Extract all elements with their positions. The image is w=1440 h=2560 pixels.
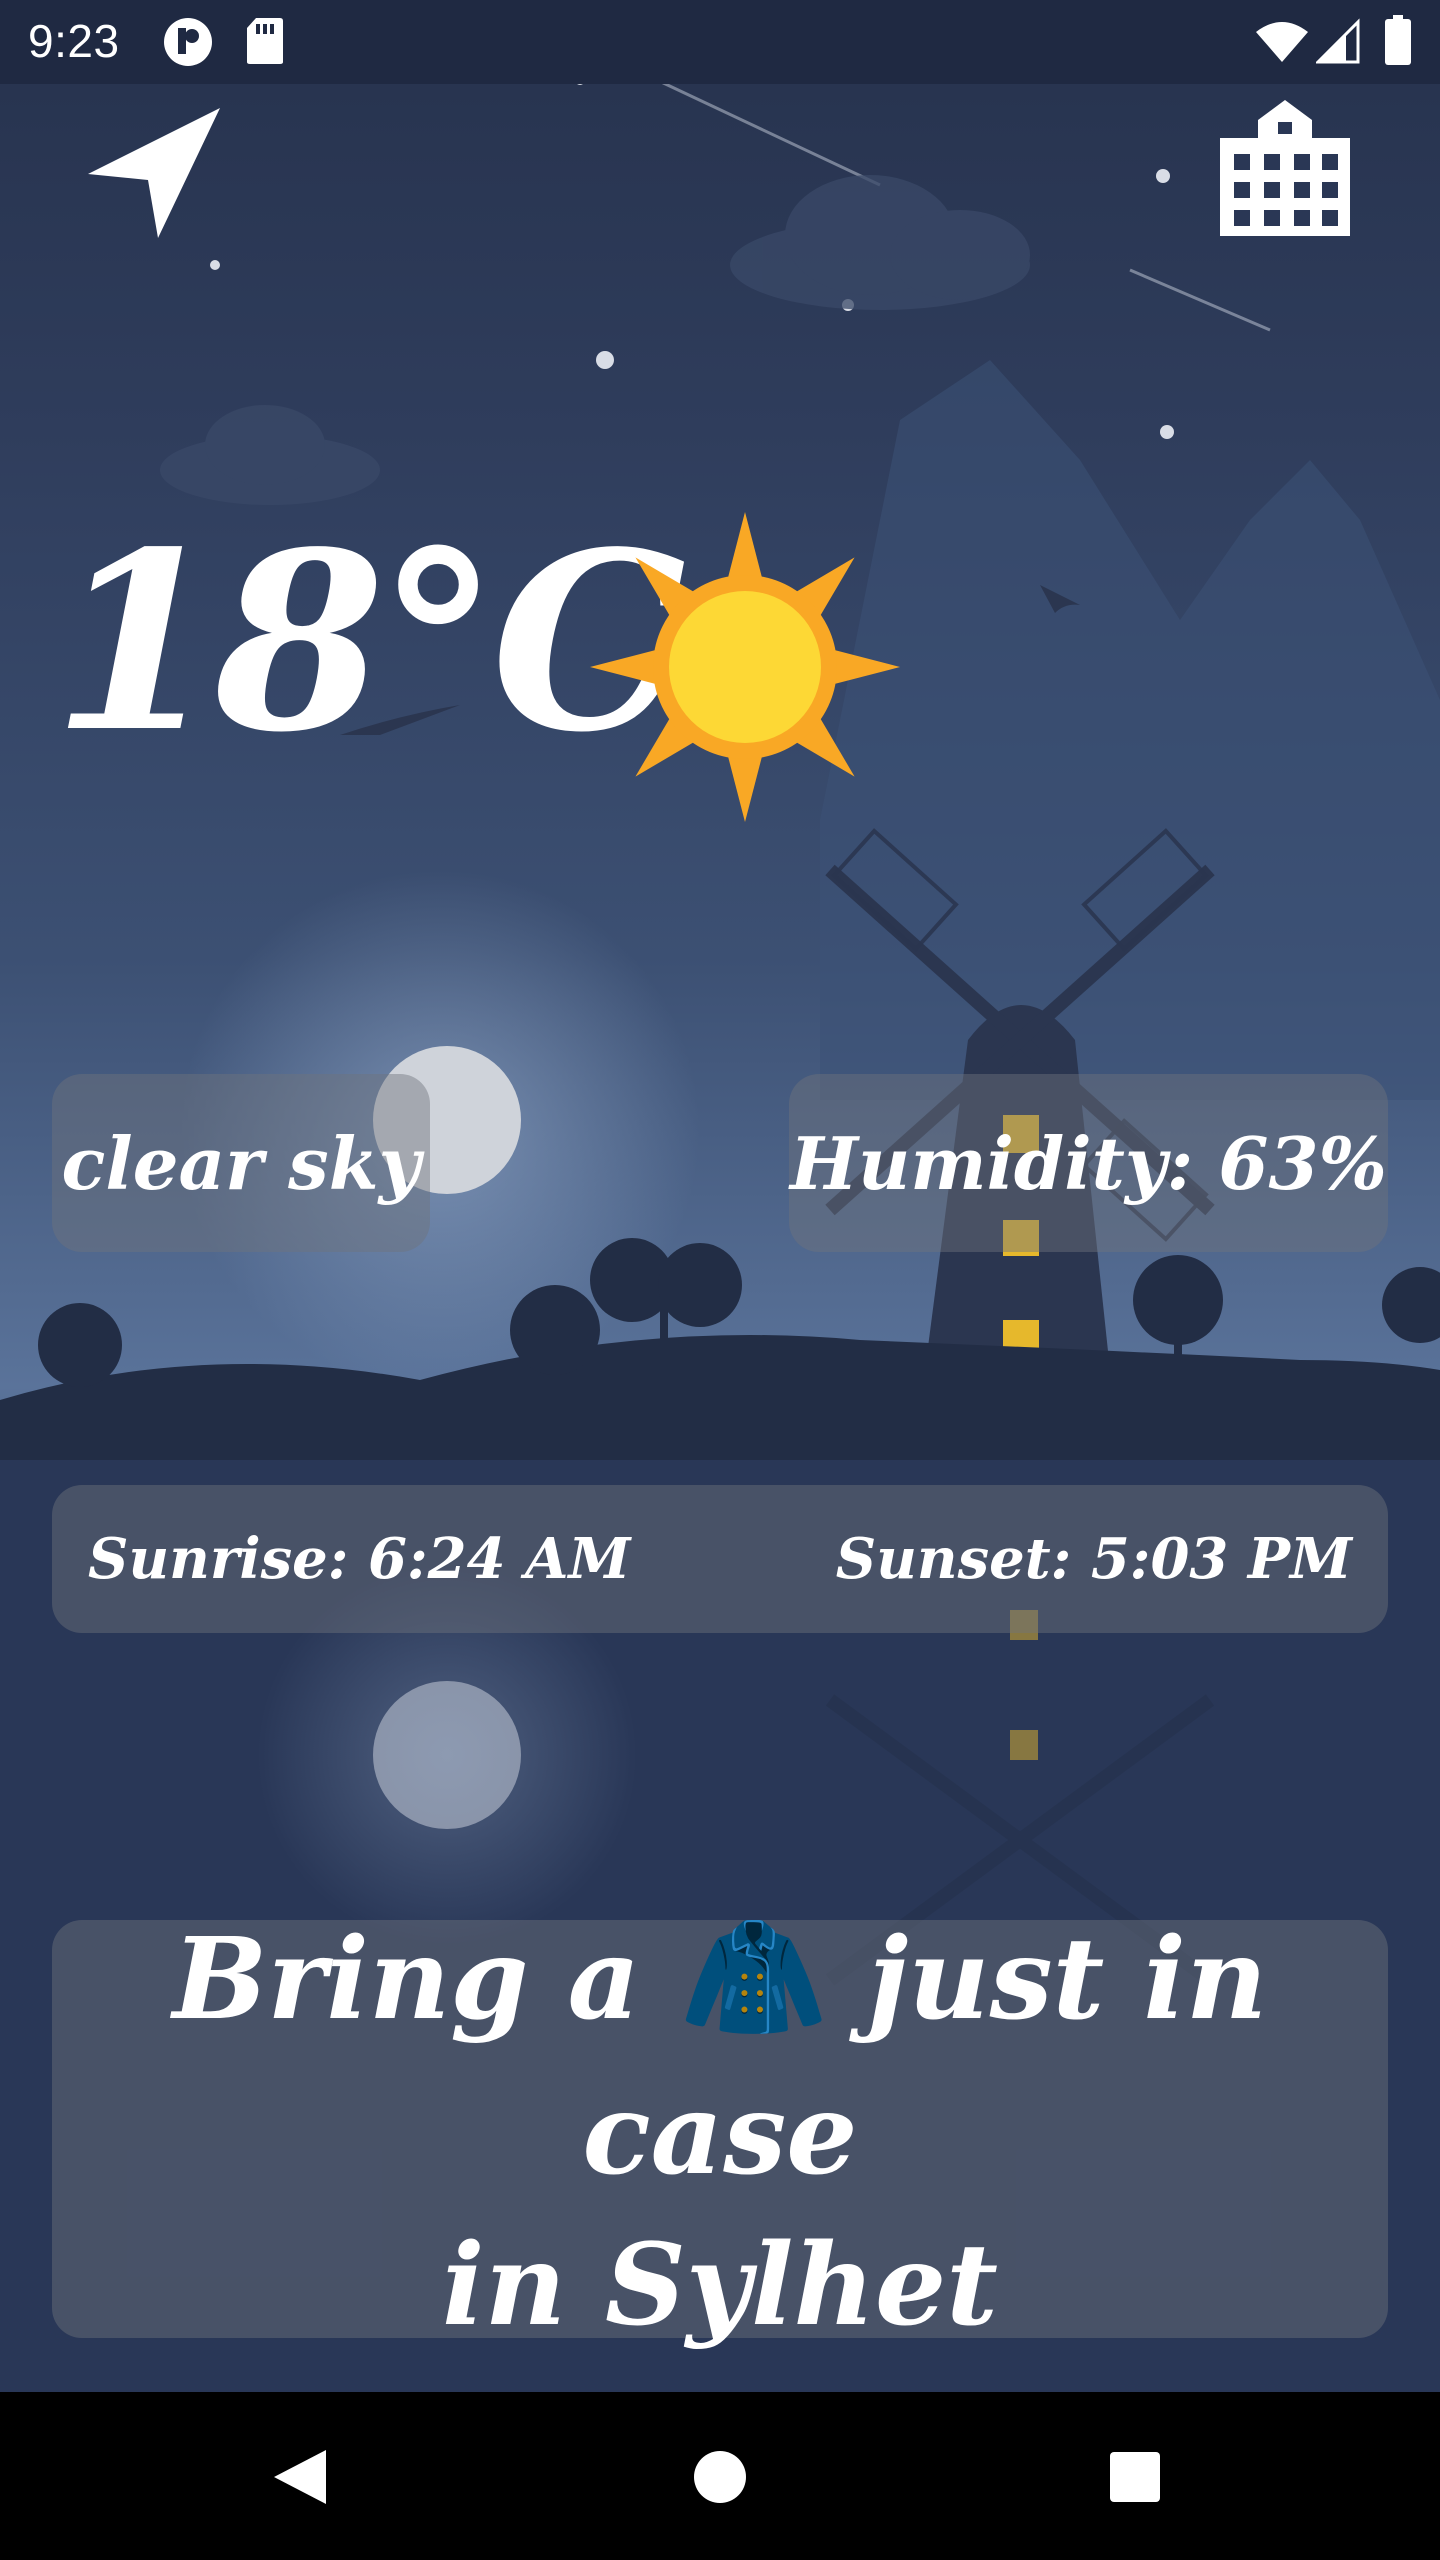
tip-line-1: Bring a 🧥 just in case [52, 1897, 1388, 2210]
status-time: 9:23 [28, 15, 120, 67]
city-building-icon[interactable] [1218, 98, 1352, 238]
cellular-signal-icon [1316, 18, 1360, 64]
battery-icon [1385, 15, 1411, 65]
weather-description: clear sky [61, 1120, 421, 1206]
humidity-value: Humidity: 63% [790, 1120, 1387, 1206]
humidity-card: Humidity: 63% [789, 1074, 1388, 1252]
tip-line-2: in Sylhet [442, 2220, 998, 2351]
back-icon[interactable] [256, 2432, 346, 2522]
status-bar: 9:23 [0, 0, 1440, 84]
temperature-value: 18°C [52, 498, 686, 786]
app-notification-icon [164, 18, 212, 66]
coat-icon: 🧥 [679, 1907, 829, 2047]
system-nav-bar [0, 2392, 1440, 2560]
recents-icon[interactable] [1090, 2432, 1180, 2522]
home-icon[interactable] [675, 2432, 765, 2522]
weather-description-card: clear sky [52, 1074, 430, 1252]
wifi-icon [1256, 22, 1308, 62]
tip-text-before: Bring a [172, 1913, 641, 2045]
sun-icon [590, 512, 900, 822]
clothing-tip-card: Bring a 🧥 just in case in Sylhet [52, 1908, 1388, 2351]
sd-card-icon [247, 18, 283, 64]
sun-times-card: Sunrise: 6:24 AM Sunset: 5:03 PM [52, 1485, 1388, 1633]
navigation-arrow-icon[interactable] [84, 104, 224, 240]
sunrise-time: Sunrise: 6:24 AM [88, 1526, 631, 1592]
sunset-time: Sunset: 5:03 PM [835, 1526, 1352, 1592]
